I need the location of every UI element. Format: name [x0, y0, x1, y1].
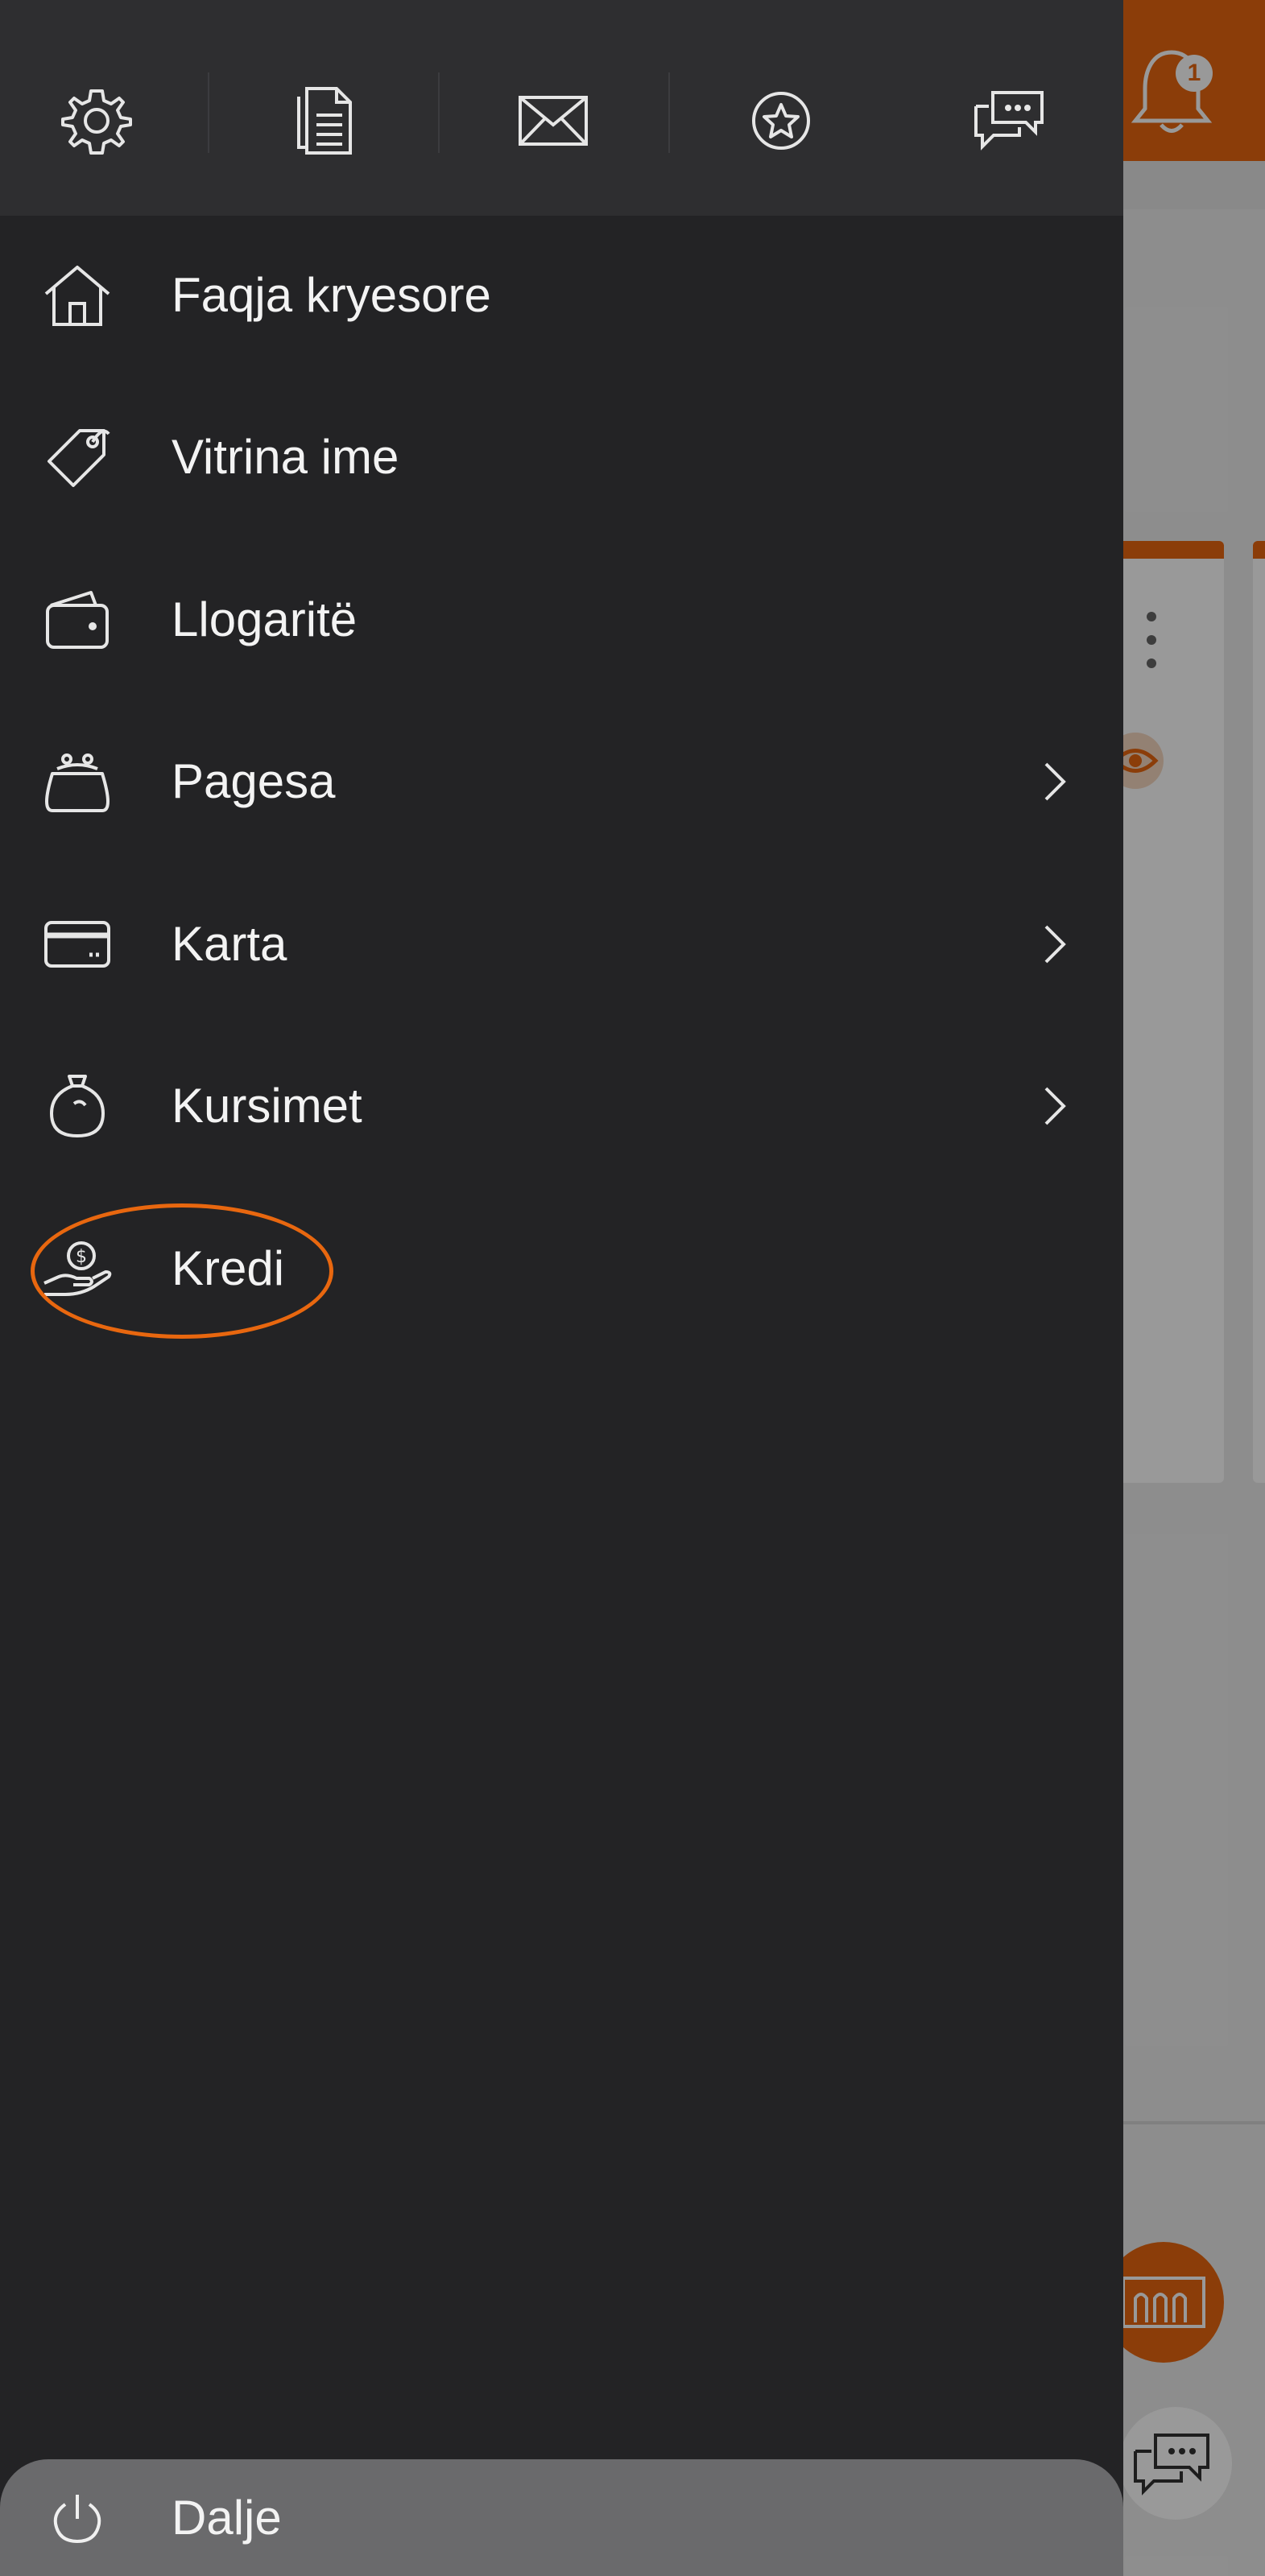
tag-icon	[39, 419, 116, 496]
chevron-right-icon	[1039, 758, 1071, 806]
logout-button[interactable]: Dalje	[0, 2459, 1123, 2576]
chevron-right-icon	[1039, 920, 1071, 968]
toolbar-separator	[438, 72, 440, 153]
messages-button[interactable]	[497, 64, 610, 177]
menu-item-home[interactable]: Faqja kryesore	[0, 214, 1123, 377]
menu-item-label: Vitrina ime	[172, 430, 399, 484]
menu-item-label: Pagesa	[172, 754, 336, 808]
star-circle-icon	[752, 92, 810, 150]
purse-icon	[39, 743, 116, 820]
documents-button[interactable]	[268, 64, 381, 177]
toolbar-separator	[208, 72, 209, 153]
credit-card-icon	[39, 906, 116, 983]
drawer-toolbar	[0, 0, 1123, 216]
envelope-icon	[519, 96, 588, 146]
menu-item-showcase[interactable]: Vitrina ime	[0, 376, 1123, 539]
power-icon	[39, 2479, 116, 2557]
menu-item-label: Faqja kryesore	[172, 268, 491, 322]
chevron-right-icon	[1039, 1082, 1071, 1130]
menu-item-label: Llogaritë	[172, 592, 358, 646]
document-list-icon	[297, 87, 352, 155]
navigation-drawer: Faqja kryesore Vitrina ime Llogaritë Pag…	[0, 0, 1123, 2576]
settings-button[interactable]	[40, 64, 153, 177]
menu-item-label: Kursimet	[172, 1079, 362, 1133]
menu-item-payments[interactable]: Pagesa	[0, 700, 1123, 863]
chat-button[interactable]	[953, 64, 1065, 177]
menu-item-accounts[interactable]: Llogaritë	[0, 539, 1123, 701]
highlight-annotation-ring	[31, 1203, 333, 1339]
home-icon	[39, 257, 116, 334]
favorites-button[interactable]	[725, 64, 837, 177]
piggy-jar-icon	[39, 1067, 116, 1145]
wallet-icon	[39, 581, 116, 658]
menu-item-savings[interactable]: Kursimet	[0, 1025, 1123, 1187]
toolbar-separator	[668, 72, 670, 153]
menu-item-label: Karta	[172, 917, 287, 971]
gear-icon	[61, 89, 132, 155]
chat-bubbles-icon	[974, 91, 1044, 151]
logout-label: Dalje	[172, 2491, 282, 2545]
menu-item-cards[interactable]: Karta	[0, 863, 1123, 1026]
